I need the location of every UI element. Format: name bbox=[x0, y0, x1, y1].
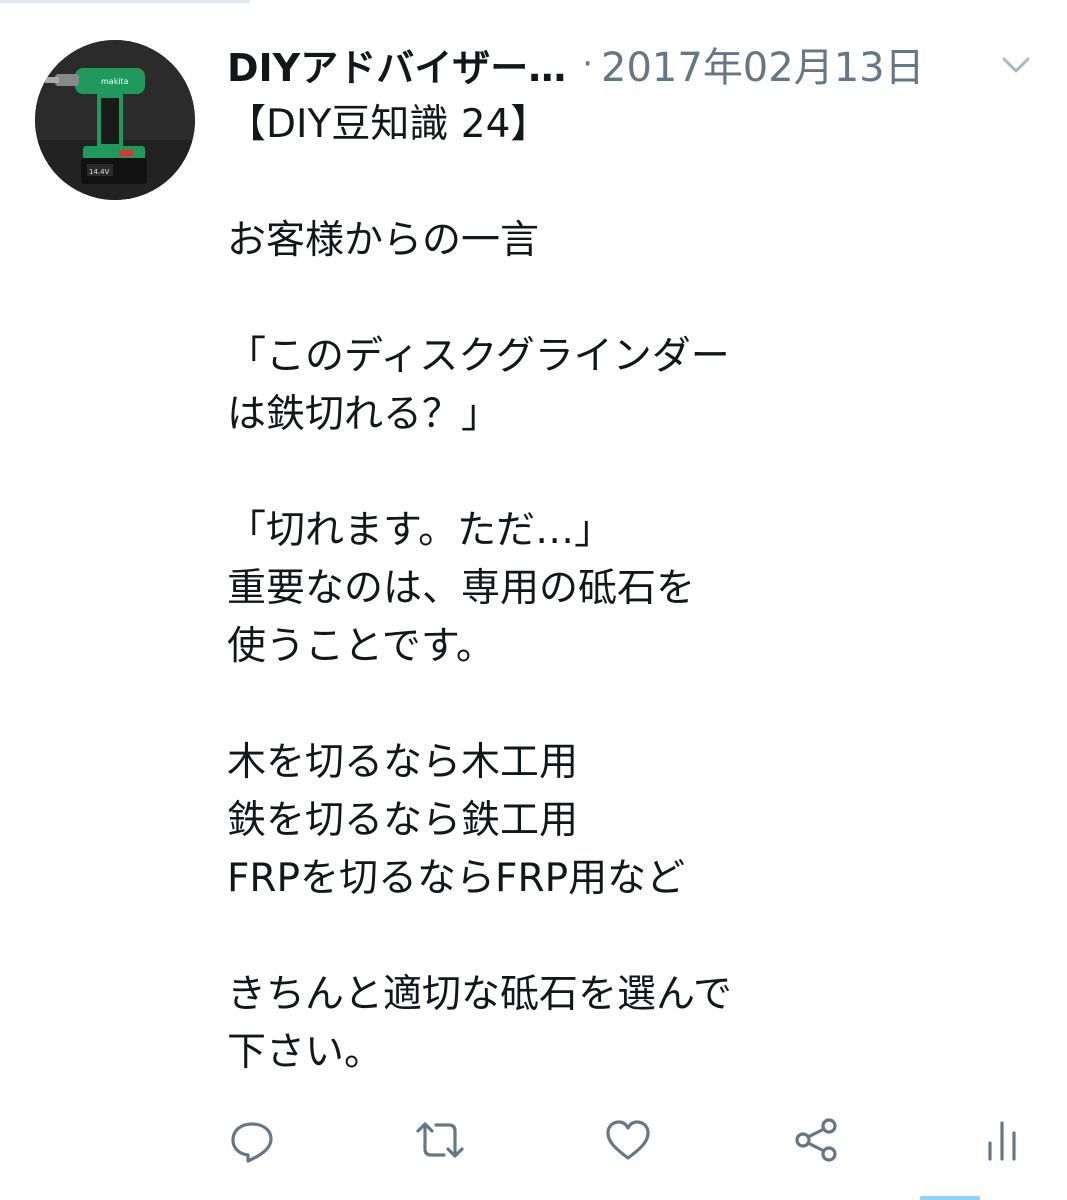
share-icon bbox=[795, 1118, 837, 1162]
display-name[interactable]: DIYアドバイザー… bbox=[227, 37, 566, 92]
reply-icon bbox=[231, 1122, 273, 1163]
share-button[interactable] bbox=[788, 1112, 844, 1168]
tweet-line bbox=[227, 908, 1027, 966]
tweet[interactable]: 14.4V makita DIYアドバイザー… · 2017年02月13日 【D… bbox=[0, 0, 1067, 1200]
heart-icon bbox=[606, 1120, 650, 1160]
retweet-icon bbox=[416, 1122, 464, 1158]
separator: · bbox=[582, 44, 594, 84]
avatar-drill-photo: 14.4V makita bbox=[35, 40, 195, 200]
tweet-line: きちんと適切な砥石を選んで bbox=[227, 972, 733, 1017]
tweet-actions bbox=[0, 1112, 1067, 1168]
tweet-line: 「切れます。ただ…」 bbox=[227, 508, 614, 553]
tweet-line bbox=[227, 154, 1027, 212]
tweet-line: 【DIY豆知識 24】 bbox=[227, 102, 550, 147]
tweet-line bbox=[227, 676, 1027, 734]
tweet-line: お客様からの一言 bbox=[227, 218, 540, 263]
analytics-icon bbox=[988, 1121, 1016, 1161]
tweet-line: 「このディスクグラインダー bbox=[227, 334, 730, 379]
like-button[interactable] bbox=[600, 1112, 656, 1168]
tweet-line bbox=[227, 444, 1027, 502]
tweet-line: FRPを切るならFRP用など bbox=[227, 856, 686, 901]
timestamp[interactable]: 2017年02月13日 bbox=[601, 35, 925, 93]
scroll-indicator bbox=[920, 1196, 980, 1200]
chevron-down-icon[interactable] bbox=[998, 50, 1034, 80]
tweet-line: 下さい。 bbox=[227, 1030, 384, 1075]
tweet-line bbox=[227, 270, 1027, 328]
tweet-line: 使うことです。 bbox=[227, 624, 495, 669]
tweet-line: 鉄を切るなら鉄工用 bbox=[227, 798, 579, 843]
tweet-text: 【DIY豆知識 24】 お客様からの一言 「このディスクグラインダー は鉄切れる… bbox=[227, 96, 1027, 1082]
tweet-header: DIYアドバイザー… · 2017年02月13日 bbox=[227, 35, 925, 93]
retweet-button[interactable] bbox=[412, 1112, 468, 1168]
tweet-line: は鉄切れる？」 bbox=[227, 392, 501, 437]
svg-text:14.4V: 14.4V bbox=[89, 168, 110, 176]
reply-button[interactable] bbox=[224, 1112, 280, 1168]
tweet-line: 木を切るなら木工用 bbox=[227, 740, 579, 785]
top-divider bbox=[0, 0, 250, 3]
tweet-line: 重要なのは、専用の砥石を bbox=[227, 566, 696, 611]
avatar[interactable]: 14.4V makita bbox=[35, 40, 195, 200]
svg-text:makita: makita bbox=[101, 77, 129, 86]
analytics-button[interactable] bbox=[974, 1112, 1030, 1168]
